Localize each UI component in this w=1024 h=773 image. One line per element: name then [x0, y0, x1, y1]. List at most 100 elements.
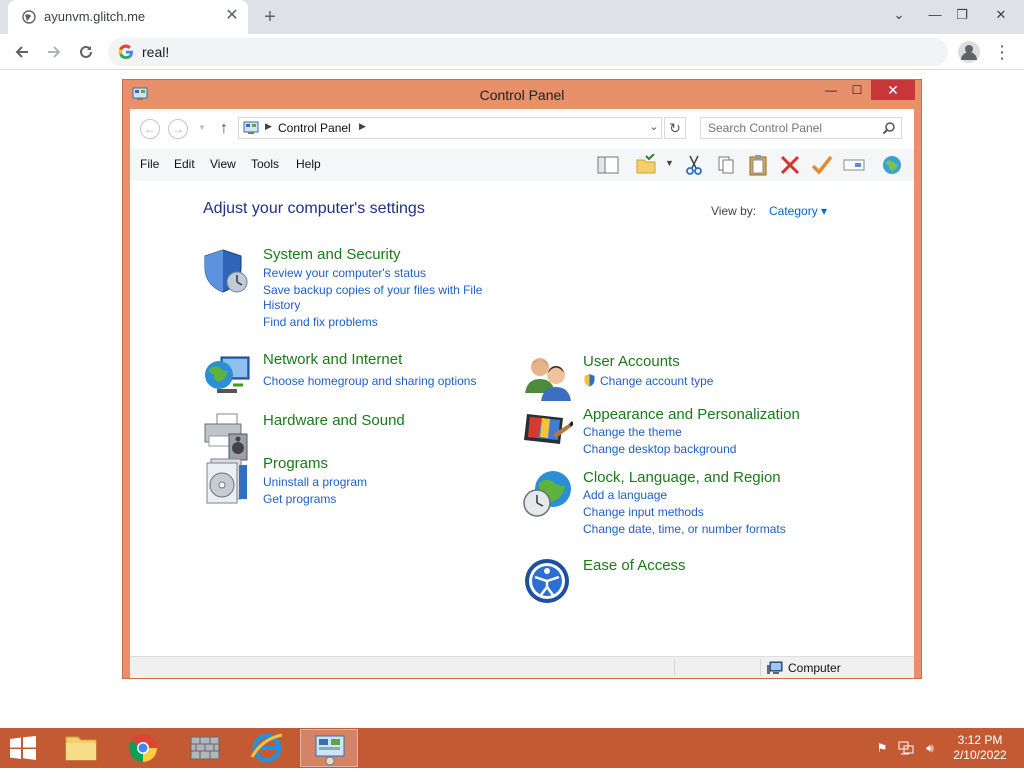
category-title[interactable]: Programs — [263, 455, 328, 472]
network-globe-icon[interactable] — [203, 351, 253, 401]
status-divider — [760, 659, 761, 676]
change-desktop-background-link[interactable]: Change desktop background — [583, 442, 736, 456]
change-date-time-formats-link[interactable]: Change date, time, or number formats — [583, 522, 786, 536]
back-arrow-icon[interactable]: ← — [140, 119, 160, 139]
omnibox-text: real! — [142, 44, 170, 60]
taskbar-internet-explorer[interactable] — [238, 729, 296, 767]
volume-icon[interactable]: 🔊︎ — [922, 740, 938, 756]
change-account-type-link[interactable]: Change account type — [600, 374, 713, 388]
status-divider — [674, 659, 675, 676]
action-center-flag-icon[interactable]: ⚑ — [874, 740, 890, 756]
menu-view[interactable]: View — [210, 157, 236, 171]
dropdown-arrow-icon[interactable]: ▼ — [665, 158, 674, 168]
breadcrumb-control-panel[interactable]: Control Panel — [278, 121, 351, 135]
address-dropdown-icon[interactable]: ⌄ — [647, 120, 661, 133]
windows-start-icon[interactable] — [8, 736, 38, 760]
window-maximize-button[interactable]: ☐ — [843, 80, 871, 100]
view-by-dropdown[interactable]: Category ▾ — [769, 204, 827, 218]
internet-explorer-icon — [250, 733, 283, 763]
taskbar-control-panel[interactable] — [300, 729, 358, 767]
layout-pane-icon[interactable] — [596, 154, 620, 176]
menu-bar: File Edit View Tools Help ▼ — [130, 149, 914, 181]
menu-file[interactable]: File — [140, 157, 159, 171]
search-icon[interactable] — [881, 120, 897, 136]
user-accounts-icon[interactable] — [523, 353, 573, 403]
review-status-link[interactable]: Review your computer's status — [263, 266, 426, 280]
breadcrumb-chevron-icon[interactable]: ▶ — [359, 121, 366, 132]
find-fix-problems-link[interactable]: Find and fix problems — [263, 315, 378, 329]
view-by-label: View by: — [711, 204, 757, 218]
reload-icon[interactable] — [73, 39, 99, 65]
category-title[interactable]: User Accounts — [583, 353, 680, 370]
forward-arrow-icon[interactable]: → — [168, 119, 188, 139]
google-icon — [118, 44, 133, 60]
category-title[interactable]: Hardware and Sound — [263, 412, 405, 429]
properties-check-icon[interactable] — [810, 154, 834, 176]
category-title[interactable]: Clock, Language, and Region — [583, 469, 781, 486]
taskbar-app-grid[interactable] — [176, 729, 234, 767]
window-titlebar[interactable]: Control Panel — ☐ ✕ — [123, 80, 921, 108]
get-programs-link[interactable]: Get programs — [263, 492, 336, 506]
category-title[interactable]: Ease of Access — [583, 557, 686, 574]
taskbar-chrome[interactable] — [114, 729, 172, 767]
file-history-link[interactable]: Save backup copies of your files with Fi… — [263, 283, 482, 297]
menu-edit[interactable]: Edit — [174, 157, 195, 171]
back-icon[interactable] — [9, 39, 35, 65]
appearance-monitor-icon[interactable] — [523, 406, 573, 456]
close-tab-icon[interactable]: ✕ — [222, 6, 242, 26]
clock-globe-icon[interactable] — [523, 469, 573, 519]
delete-icon[interactable] — [778, 154, 802, 176]
uninstall-program-link[interactable]: Uninstall a program — [263, 475, 367, 489]
cut-icon[interactable] — [682, 154, 706, 176]
menu-tools[interactable]: Tools — [251, 157, 279, 171]
clock-time: 3:12 PM — [957, 733, 1003, 747]
tab-title: ayunvm.glitch.me — [44, 9, 146, 24]
category-title[interactable]: System and Security — [263, 246, 401, 263]
menu-help[interactable]: Help — [296, 157, 321, 171]
page-title: Adjust your computer's settings — [203, 200, 425, 217]
change-input-methods-link[interactable]: Change input methods — [583, 505, 704, 519]
file-history-link-cont[interactable]: History — [263, 298, 300, 312]
recent-locations-icon[interactable]: ▼ — [198, 123, 206, 132]
category-title[interactable]: Appearance and Personalization — [583, 406, 800, 423]
category-user-accounts: User Accounts Change account type — [523, 353, 853, 403]
shield-icon[interactable] — [203, 246, 253, 296]
taskbar-clock[interactable]: 3:12 PM 2/10/2022 — [945, 733, 1015, 763]
browser-toolbar: real! ⋮ — [0, 34, 1024, 70]
taskbar-file-explorer[interactable] — [52, 729, 110, 767]
forward-icon[interactable] — [41, 39, 67, 65]
tab-search-button[interactable]: ⌄ — [882, 0, 916, 30]
homegroup-sharing-link[interactable]: Choose homegroup and sharing options — [263, 374, 476, 388]
category-title[interactable]: Network and Internet — [263, 351, 402, 368]
browser-restore-button[interactable]: ❐ — [945, 0, 979, 30]
new-tab-button[interactable]: + — [258, 5, 282, 29]
programs-disc-icon[interactable] — [203, 455, 253, 505]
window-close-button[interactable]: ✕ — [871, 80, 915, 100]
profile-avatar-icon[interactable] — [958, 41, 980, 63]
status-location: Computer — [788, 661, 841, 675]
copy-icon[interactable] — [714, 154, 738, 176]
ease-of-access-icon[interactable] — [523, 557, 573, 607]
chrome-menu-icon[interactable]: ⋮ — [992, 40, 1012, 64]
category-system-security: System and Security Review your computer… — [203, 246, 503, 336]
browser-close-button[interactable]: ✕ — [984, 0, 1018, 30]
folder-options-icon[interactable] — [634, 154, 658, 176]
change-theme-link[interactable]: Change the theme — [583, 425, 682, 439]
rename-icon[interactable] — [842, 154, 866, 176]
browser-tab[interactable]: ayunvm.glitch.me ✕ — [8, 0, 248, 34]
control-panel-icon — [315, 735, 345, 766]
control-panel-window: Control Panel — ☐ ✕ ← → ▼ ↑ ▶ Control Pa… — [122, 79, 922, 679]
search-input[interactable] — [701, 118, 879, 138]
breadcrumb-chevron-icon[interactable]: ▶ — [265, 121, 272, 132]
address-box[interactable]: ▶ Control Panel ▶ ⌄ — [238, 117, 662, 139]
window-minimize-button[interactable]: — — [817, 80, 845, 100]
window-title: Control Panel — [479, 87, 565, 103]
paste-icon[interactable] — [746, 154, 770, 176]
globe-icon[interactable] — [880, 154, 904, 176]
add-language-link[interactable]: Add a language — [583, 488, 667, 502]
search-box[interactable] — [700, 117, 902, 139]
refresh-icon[interactable]: ↻ — [664, 117, 686, 139]
up-arrow-icon[interactable]: ↑ — [216, 118, 232, 140]
address-bar[interactable]: real! — [108, 38, 948, 66]
network-icon[interactable] — [898, 740, 914, 756]
